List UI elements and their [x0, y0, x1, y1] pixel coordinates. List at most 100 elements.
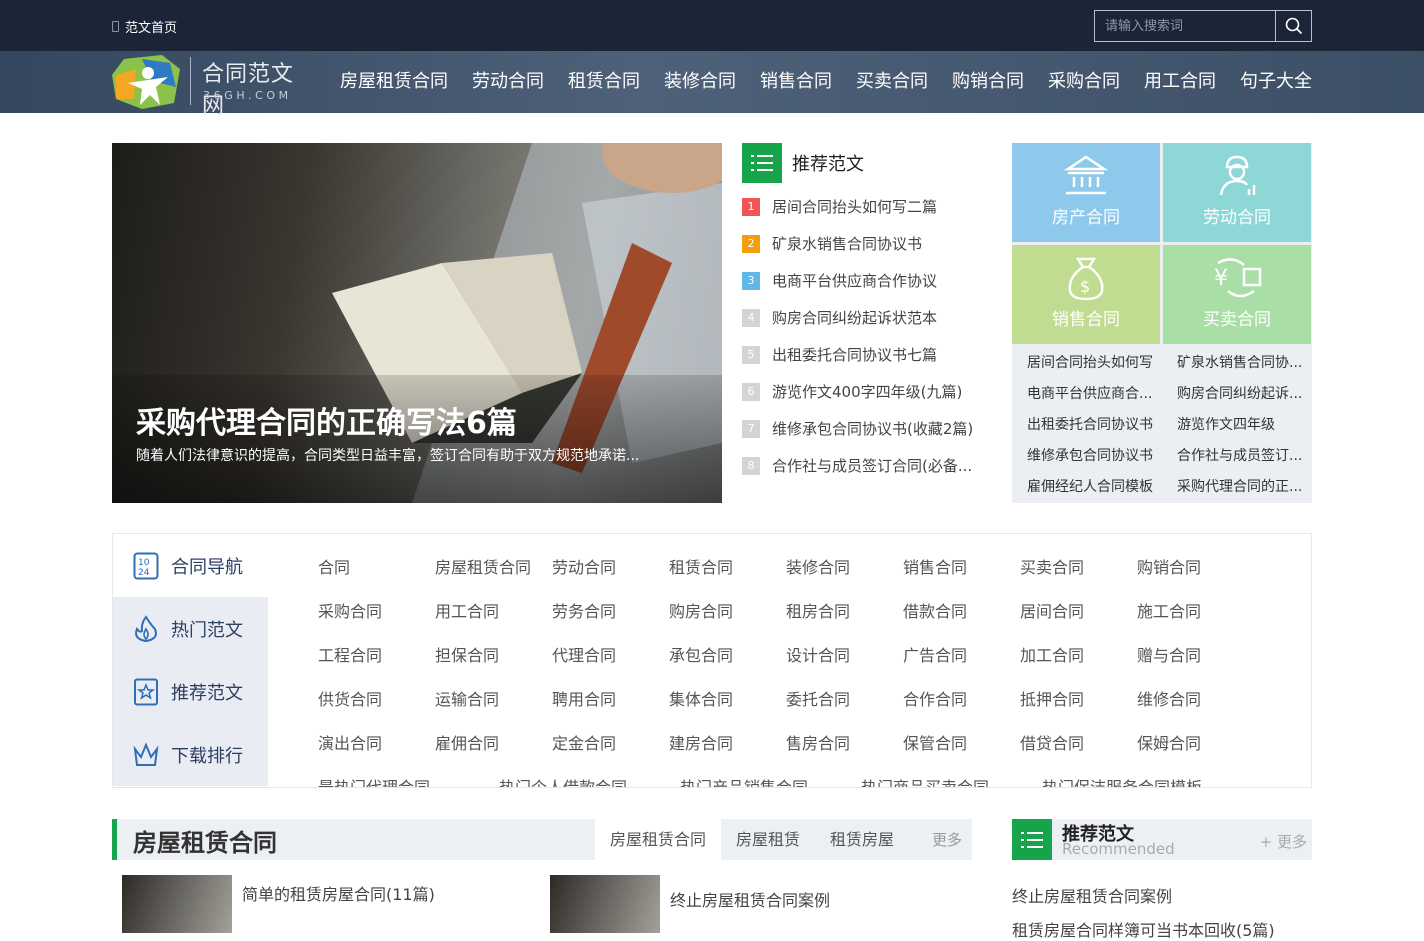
hot-contract-link[interactable]: 热门产品销售合同	[680, 774, 861, 787]
tile-link[interactable]: 合作社与成员签订...	[1162, 445, 1312, 465]
contract-type-link[interactable]: 集体合同	[669, 686, 786, 710]
contract-type-link[interactable]: 保姆合同	[1137, 730, 1254, 754]
article-title[interactable]: 终止房屋租赁合同案例	[670, 887, 830, 933]
contract-type-link[interactable]: 保管合同	[903, 730, 1020, 754]
contract-type-link[interactable]: 借贷合同	[1020, 730, 1137, 754]
contract-type-link[interactable]: 加工合同	[1020, 642, 1137, 666]
contract-type-link[interactable]: 居间合同	[1020, 598, 1137, 622]
recommended-item[interactable]: 租赁房屋合同样簿可当书本回收(5篇)	[1012, 917, 1275, 941]
contract-type-link[interactable]: 用工合同	[435, 598, 552, 622]
hot-contract-link[interactable]: 热门个人借款合同	[499, 774, 680, 787]
contract-type-link[interactable]: 房屋租赁合同	[435, 554, 552, 578]
contract-type-link[interactable]: 施工合同	[1137, 598, 1254, 622]
side-nav-download-rank[interactable]: 下载排行	[113, 723, 268, 786]
search-input[interactable]	[1095, 11, 1275, 41]
tile-sales-contract[interactable]: $ 销售合同	[1012, 245, 1160, 344]
section-more-link[interactable]: 更多	[932, 829, 962, 850]
nav-item[interactable]: 采购合同	[1048, 51, 1120, 113]
side-nav-recommended[interactable]: 推荐范文	[113, 660, 268, 723]
contract-type-link[interactable]: 购销合同	[1137, 554, 1254, 578]
tab-house-rental-contract[interactable]: 房屋租赁合同	[595, 819, 722, 860]
tile-link[interactable]: 购房合同纠纷起诉...	[1162, 383, 1312, 403]
contract-type-link[interactable]: 承包合同	[669, 642, 786, 666]
contract-type-link[interactable]: 租赁合同	[669, 554, 786, 578]
article-card[interactable]: 简单的租赁房屋合同(11篇)	[122, 875, 435, 933]
recommend-item[interactable]: 5 出租委托合同协议书七篇	[742, 336, 992, 373]
contract-type-link[interactable]: 租房合同	[786, 598, 903, 622]
contract-type-link[interactable]: 劳务合同	[552, 598, 669, 622]
tile-real-estate-contract[interactable]: 房产合同	[1012, 143, 1160, 242]
contract-type-link[interactable]: 维修合同	[1137, 686, 1254, 710]
recommend-item[interactable]: 7 维修承包合同协议书(收藏2篇)	[742, 410, 992, 447]
contract-type-link[interactable]: 售房合同	[786, 730, 903, 754]
contract-type-link[interactable]: 定金合同	[552, 730, 669, 754]
contract-type-link[interactable]: 购房合同	[669, 598, 786, 622]
hero-title[interactable]: 采购代理合同的正确写法6篇	[136, 398, 517, 442]
nav-item[interactable]: 买卖合同	[856, 51, 928, 113]
tile-link[interactable]: 矿泉水销售合同协...	[1162, 352, 1312, 372]
nav-item[interactable]: 劳动合同	[472, 51, 544, 113]
contract-type-link[interactable]: 赠与合同	[1137, 642, 1254, 666]
tile-link[interactable]: 电商平台供应商合...	[1012, 383, 1162, 403]
recommend-item[interactable]: 8 合作社与成员签订合同(必备...	[742, 447, 992, 484]
contract-type-link[interactable]: 买卖合同	[1020, 554, 1137, 578]
contract-type-link[interactable]: 抵押合同	[1020, 686, 1137, 710]
side-nav-contract-guide[interactable]: 10 24 合同导航	[113, 534, 268, 597]
contract-type-link[interactable]: 设计合同	[786, 642, 903, 666]
recommend-item[interactable]: 4 购房合同纠纷起诉状范本	[742, 299, 992, 336]
recommend-item[interactable]: 1 居间合同抬头如何写二篇	[742, 188, 992, 225]
contract-type-link[interactable]: 委托合同	[786, 686, 903, 710]
hero-slide[interactable]: 采购代理合同的正确写法6篇 随着人们法律意识的提高，合同类型日益丰富，签订合同有…	[112, 143, 722, 503]
contract-type-link[interactable]: 担保合同	[435, 642, 552, 666]
tile-link[interactable]: 采购代理合同的正...	[1162, 476, 1312, 496]
tile-link[interactable]: 出租委托合同协议书	[1012, 414, 1162, 434]
contract-type-link[interactable]: 广告合同	[903, 642, 1020, 666]
contract-type-link[interactable]: 建房合同	[669, 730, 786, 754]
tab-rent-house[interactable]: 租赁房屋	[815, 819, 909, 860]
contract-type-link[interactable]: 装修合同	[786, 554, 903, 578]
rank-badge: 1	[742, 197, 760, 216]
recommend-item[interactable]: 6 游览作文400字四年级(九篇)	[742, 373, 992, 410]
tab-house-rental[interactable]: 房屋租赁	[721, 819, 815, 860]
hot-contract-link[interactable]: 热门商品买卖合同	[861, 774, 1042, 787]
nav-item[interactable]: 租赁合同	[568, 51, 640, 113]
tile-link[interactable]: 居间合同抬头如何写	[1012, 352, 1162, 372]
contract-type-link[interactable]: 合同	[318, 554, 435, 578]
recommend-item[interactable]: 2 矿泉水销售合同协议书	[742, 225, 992, 262]
contract-type-link[interactable]: 借款合同	[903, 598, 1020, 622]
contract-type-link[interactable]: 运输合同	[435, 686, 552, 710]
hot-contract-link[interactable]: 热门保洁服务合同模板	[1042, 774, 1223, 787]
recommended-item[interactable]: 终止房屋租赁合同案例	[1012, 883, 1172, 907]
contract-type-link[interactable]: 聘用合同	[552, 686, 669, 710]
contract-type-link[interactable]: 代理合同	[552, 642, 669, 666]
contract-type-link[interactable]: 雇佣合同	[435, 730, 552, 754]
nav-item[interactable]: 句子大全	[1240, 51, 1312, 113]
tile-link[interactable]: 雇佣经纪人合同模板	[1012, 476, 1162, 496]
contract-type-link[interactable]: 销售合同	[903, 554, 1020, 578]
nav-item[interactable]: 购销合同	[952, 51, 1024, 113]
recommended-more-link[interactable]: + 更多	[1260, 831, 1307, 852]
contract-type-link[interactable]: 劳动合同	[552, 554, 669, 578]
nav-item[interactable]: 用工合同	[1144, 51, 1216, 113]
contract-type-link[interactable]: 合作合同	[903, 686, 1020, 710]
search-button[interactable]	[1275, 11, 1311, 41]
nav-item[interactable]: 销售合同	[760, 51, 832, 113]
nav-item[interactable]: 房屋租赁合同	[340, 51, 448, 113]
article-card[interactable]: 终止房屋租赁合同案例	[550, 875, 830, 933]
side-nav-hot[interactable]: 热门范文	[113, 597, 268, 660]
tile-link[interactable]: 游览作文四年级	[1162, 414, 1312, 434]
contract-type-link[interactable]: 采购合同	[318, 598, 435, 622]
contract-type-link[interactable]: 演出合同	[318, 730, 435, 754]
home-link[interactable]: 范文首页	[112, 17, 177, 36]
nav-item[interactable]: 装修合同	[664, 51, 736, 113]
contract-type-link[interactable]: 供货合同	[318, 686, 435, 710]
article-title[interactable]: 简单的租赁房屋合同(11篇)	[242, 881, 435, 933]
contract-type-link[interactable]: 工程合同	[318, 642, 435, 666]
search-icon	[1285, 17, 1303, 35]
hot-contract-link[interactable]: 最热门代理合同	[318, 774, 499, 787]
tile-labor-contract[interactable]: 劳动合同	[1163, 143, 1311, 242]
site-logo[interactable]: 合同范文网 36GH.COM	[112, 53, 312, 119]
recommend-item[interactable]: 3 电商平台供应商合作协议	[742, 262, 992, 299]
tile-trade-contract[interactable]: ¥ 买卖合同	[1163, 245, 1311, 344]
tile-link[interactable]: 维修承包合同协议书	[1012, 445, 1162, 465]
